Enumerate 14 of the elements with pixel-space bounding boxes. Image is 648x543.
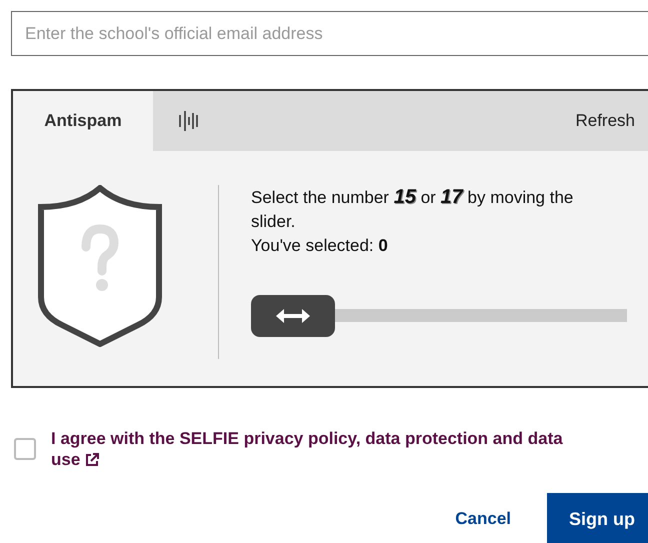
slider-handle[interactable] — [251, 295, 335, 337]
agreement-link[interactable]: I agree with the SELFIE privacy policy, data protection and data use — [51, 428, 576, 470]
cancel-button[interactable]: Cancel — [455, 506, 511, 532]
instruction-text: Select the number 15 or 17 by moving the slider. — [251, 185, 574, 233]
shield-question-icon — [38, 185, 162, 347]
selected-value-text: You've selected: 0 — [251, 235, 389, 257]
sound-wave-icon — [177, 109, 201, 133]
double-arrow-icon — [276, 309, 310, 323]
email-field[interactable]: Enter the school's official email address — [11, 11, 648, 56]
sign-up-button[interactable]: Sign up — [547, 493, 648, 543]
refresh-button[interactable]: Refresh — [575, 108, 635, 134]
antispam-tab[interactable]: Antispam — [13, 91, 153, 151]
external-link-icon — [85, 453, 100, 467]
agree-checkbox[interactable] — [14, 438, 36, 460]
